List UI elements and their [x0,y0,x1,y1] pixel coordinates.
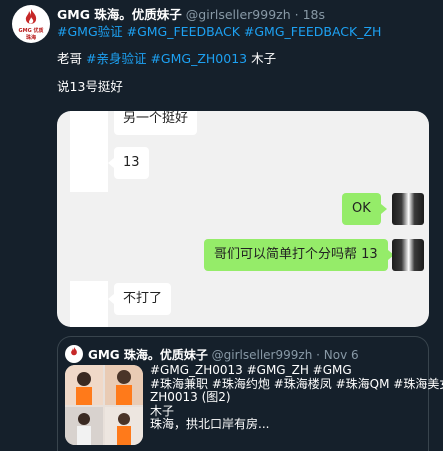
quote-author-name[interactable]: GMG 珠海。优质妹子 [88,348,208,362]
chat-bubble-right: 哥们可以简单打个分吗帮 13 [204,239,394,271]
text-suffix: 木子 [251,51,277,66]
dot-separator: · [316,348,320,362]
self-avatar [392,193,424,225]
avatar-city-text: 珠海 [25,35,36,41]
quote-media-thumbnail[interactable] [65,365,143,445]
avatar-brand-text: GMG 优质 [18,28,44,34]
chat-bubble-left: 不打了 [107,283,172,315]
tweet-text-line: 老哥 #亲身验证 #GMG_ZH0013 木子 [57,48,276,67]
quote-time[interactable]: Nov 6 [324,348,359,362]
author-handle[interactable]: @girlseller999zh [186,7,291,22]
tweet-time[interactable]: 18s [303,7,325,22]
inline-hashtags[interactable]: #亲身验证 #GMG_ZH0013 [86,51,247,66]
flame-logo-icon [71,347,77,356]
flame-logo-icon [25,9,37,24]
quote-line: #珠海兼职 #珠海约炮 #珠海楼凤 #珠海QM #珠海美女 [150,376,443,391]
quote-header: GMG 珠海。优质妹子 @girlseller999zh · Nov 6 [88,346,359,363]
chat-screenshot[interactable]: 另一个挺好 13 OK 哥们可以简单打个分吗帮 13 不打了 [57,111,429,327]
quote-body: #GMG_ZH0013 #GMG_ZH #GMG #珠海兼职 #珠海约炮 #珠海… [150,363,443,432]
photo-collage-icon [65,365,143,445]
quote-line: ZH0013 (图2) [150,390,231,404]
quote-author-handle[interactable]: @girlseller999zh [212,348,313,362]
author-name[interactable]: GMG 珠海。优质妹子 [57,7,182,22]
author-avatar[interactable]: GMG 优质 珠海 [12,5,50,43]
text-prefix: 老哥 [57,51,83,66]
dot-separator: · [294,7,299,22]
quote-line: 木子 [150,403,175,418]
chat-bubble-left: 另一个挺好 [114,111,198,135]
self-avatar [392,239,424,271]
quote-line: #GMG_ZH0013 #GMG_ZH #GMG [150,363,352,377]
quote-author-avatar[interactable] [65,345,83,363]
contact-avatar [70,281,108,327]
chat-bubble-right: OK [342,193,387,225]
tweet-text-line-2: 说13号挺好 [57,79,123,94]
tweet[interactable]: GMG 优质 珠海 GMG 珠海。优质妹子 @girlseller999zh ·… [0,0,443,451]
chat-bubble-left: 13 [108,147,149,179]
contact-avatar [70,142,108,192]
quote-line: 珠海，拱北口岸有房... [150,417,270,431]
quoted-tweet[interactable]: GMG 珠海。优质妹子 @girlseller999zh · Nov 6 #GM… [57,336,443,451]
hashtags[interactable]: #GMG验证 #GMG_FEEDBACK #GMG_FEEDBACK_ZH [57,21,381,40]
